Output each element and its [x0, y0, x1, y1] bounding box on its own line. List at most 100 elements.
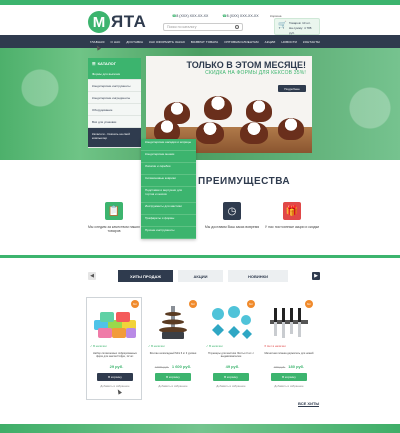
tab-sales[interactable]: АКЦИИ: [178, 270, 223, 282]
add-to-favorites-link[interactable]: Добавить в избранное: [261, 384, 317, 388]
stock-status: ✓ В наличии: [148, 344, 165, 348]
benefit-discounts: 🎁 У нас постоянные акции и скидки: [262, 202, 322, 229]
cupcake-image: [240, 122, 268, 144]
promo-subtitle: СКИДКА НА ФОРМЫ ДЛЯ КЕКСОВ 35%!: [205, 70, 306, 76]
phone-2[interactable]: 8 (XXX) XXX-XX-XX: [222, 14, 259, 18]
section-divider: [0, 255, 400, 258]
cart-summary[interactable]: 🛒 Товаров: 10 шт. На сумму: 4 788 руб.: [274, 18, 320, 35]
hit-badge: Хит: [131, 300, 139, 308]
catalog-submenu: Кондитерские насадки и шприцы Кондитерск…: [141, 139, 196, 239]
submenu-item[interactable]: Лопатки и скребки: [141, 163, 196, 175]
submenu-item[interactable]: Прочие инструменты: [141, 227, 196, 239]
product-image-knife-holder[interactable]: [264, 302, 314, 342]
product-image-silicone-molds[interactable]: [90, 302, 140, 342]
cupcake-image: [246, 100, 272, 122]
stock-status: ✓ В наличии: [206, 344, 223, 348]
product-price: 49 руб.: [203, 364, 259, 369]
product-image-plungers[interactable]: [206, 302, 256, 342]
product-card[interactable]: Хит ✕ Нет в наличии Магнитная планка дер…: [260, 297, 316, 400]
product-name[interactable]: Фонтан шоколадный Mini 6 кг 3 уровня: [148, 352, 198, 355]
main-nav: ГЛАВНАЯ О НАС ДОСТАВКА КАК ОФОРМИТЬ ЗАКА…: [0, 35, 400, 48]
product-price: 29 руб.: [87, 364, 143, 369]
product-name[interactable]: Плунжеры для мастики Листья 3 шт. с выда…: [206, 352, 256, 358]
stock-status: ✓ В наличии: [90, 344, 107, 348]
chevron-left-icon[interactable]: ◀: [88, 272, 96, 280]
product-card[interactable]: Хит ✓ В наличии Плунжеры для мастики Лис…: [202, 297, 258, 400]
logo[interactable]: М ЯТА: [88, 11, 146, 33]
catalog-item-baking-forms[interactable]: Формы для выпечки: [88, 68, 141, 80]
nav-sales[interactable]: АКЦИИ: [265, 40, 276, 44]
catalog-header[interactable]: ☰ КАТАЛОГ: [88, 58, 141, 68]
promo-title: ТОЛЬКО В ЭТОМ МЕСЯЦЕ!: [186, 60, 306, 70]
benefits-title: ПРЕИМУЩЕСТВА: [198, 176, 291, 187]
submenu-item[interactable]: Подставки и вертушки для тортов и кексов: [141, 187, 196, 203]
phone-numbers: 8 (XXX) XXX-XX-XX 8 (XXX) XXX-XX-XX: [172, 14, 259, 18]
product-image-chocolate-fountain[interactable]: [148, 302, 198, 342]
submenu-item[interactable]: Силиконовые коврики: [141, 175, 196, 187]
nav-returns[interactable]: ВОЗВРАТ ТОВАРА: [191, 40, 218, 44]
add-to-cart-button[interactable]: В корзину: [97, 373, 133, 381]
cupcake-image: [196, 122, 224, 144]
product-price: 220 руб. 180 руб.: [261, 364, 317, 369]
catalog-item-packaging[interactable]: Всё для упаковки: [88, 116, 141, 128]
cart-icon: 🛒: [278, 22, 287, 29]
catalog-item-tools[interactable]: Кондитерские инструменты: [88, 80, 141, 92]
hero-banner: ☰ КАТАЛОГ Формы для выпечки Кондитерские…: [0, 48, 400, 160]
nav-home[interactable]: ГЛАВНАЯ: [90, 40, 104, 44]
promo-more-button[interactable]: Подробнее: [278, 85, 306, 92]
add-to-favorites-link[interactable]: Добавить в избранное: [145, 384, 201, 388]
product-price: 2 500 руб. 1 600 руб.: [145, 364, 201, 369]
submenu-item[interactable]: Инструменты для мастики: [141, 203, 196, 215]
hit-badge: Хит: [247, 300, 255, 308]
tab-new[interactable]: НОВИНКИ: [228, 270, 288, 282]
old-price: 2 500 руб.: [154, 365, 169, 369]
benefit-quality: 📋 Мы следим за качеством наших товаров: [84, 202, 144, 233]
chevron-right-icon[interactable]: ▶: [312, 272, 320, 280]
cupcake-image: [278, 118, 304, 140]
stock-status: ✕ Нет в наличии: [264, 344, 286, 348]
nav-delivery[interactable]: ДОСТАВКА: [126, 40, 143, 44]
nav-wholesale[interactable]: ОПТОВЫМ КЛИЕНТАМ: [224, 40, 258, 44]
gift-icon: 🎁: [283, 202, 301, 220]
product-name[interactable]: Магнитная планка держатель для ножей: [264, 352, 314, 355]
menu-icon: ☰: [92, 60, 96, 66]
cart-widget[interactable]: Корзина 🛒 Товаров: 10 шт. На сумму: 4 78…: [270, 14, 320, 36]
clipboard-icon: 📋: [105, 202, 123, 220]
tab-hits[interactable]: ХИТЫ ПРОДАЖ: [118, 270, 173, 282]
catalog-item-equipment[interactable]: Оборудование: [88, 104, 141, 116]
nav-news[interactable]: НОВОСТИ: [281, 40, 297, 44]
hit-badge: Хит: [305, 300, 313, 308]
logo-mark: М: [88, 11, 110, 33]
add-to-cart-button[interactable]: В корзину: [271, 373, 307, 381]
nav-how-to-order[interactable]: КАК ОФОРМИТЬ ЗАКАЗ: [149, 40, 185, 44]
add-to-cart-button[interactable]: В корзину: [213, 373, 249, 381]
product-name[interactable]: Набор силиконовых гофрированных форм для…: [90, 352, 140, 358]
price: 29 руб.: [109, 364, 124, 369]
submenu-item[interactable]: Трафареты и формы: [141, 215, 196, 227]
search-icon[interactable]: [235, 25, 239, 29]
product-card[interactable]: Хит ✓ В наличии Фонтан шоколадный Mini 6…: [144, 297, 200, 400]
search-placeholder: Поиск по каталогу: [167, 25, 197, 29]
phone-1[interactable]: 8 (XXX) XXX-XX-XX: [172, 14, 208, 18]
price: 180 руб.: [288, 364, 305, 369]
price: 49 руб.: [225, 364, 240, 369]
nav-about[interactable]: О НАС: [110, 40, 120, 44]
benefit-text: У нас постоянные акции и скидки: [264, 225, 320, 229]
add-to-favorites-link[interactable]: Добавить в избранное: [87, 384, 143, 388]
submenu-item[interactable]: Кондитерские мешки: [141, 151, 196, 163]
catalog-download-link[interactable]: Каталоги - Скачать на свой компьютер: [88, 128, 141, 148]
add-to-cart-button[interactable]: В корзину: [155, 373, 191, 381]
add-to-favorites-link[interactable]: Добавить в избранное: [203, 384, 259, 388]
product-card[interactable]: Хит ✓ В наличии Набор силиконовых гофрир…: [86, 297, 142, 400]
all-hits-link[interactable]: ВСЕ ХИТЫ: [298, 401, 320, 407]
price: 1 600 руб.: [171, 364, 192, 369]
nav-contacts[interactable]: КОНТАКТЫ: [303, 40, 320, 44]
logo-text: ЯТА: [111, 12, 147, 31]
hit-badge: Хит: [189, 300, 197, 308]
header: М ЯТА 8 (XXX) XXX-XX-XX 8 (XXX) XXX-XX-X…: [0, 5, 400, 35]
cupcake-image: [204, 96, 232, 120]
submenu-item[interactable]: Кондитерские насадки и шприцы: [141, 139, 196, 151]
catalog-item-ingredients[interactable]: Кондитерские ингредиенты: [88, 92, 141, 104]
benefit-text: Мы доставим Ваш заказ вовремя: [204, 225, 260, 229]
search-input[interactable]: Поиск по каталогу: [163, 23, 243, 31]
